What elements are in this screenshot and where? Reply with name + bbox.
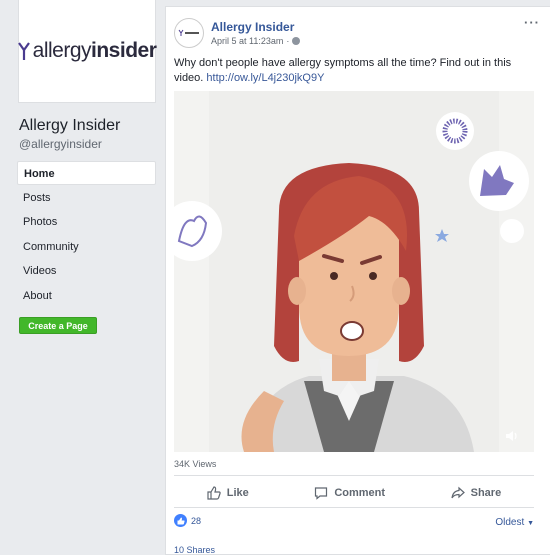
sort-label: Oldest — [495, 517, 525, 528]
page-handle[interactable]: @allergyinsider — [19, 137, 102, 151]
chevron-down-icon: ▼ — [527, 520, 534, 527]
like-label: Like — [226, 487, 249, 499]
share-button[interactable]: Share — [451, 486, 502, 500]
share-arrow-icon — [451, 486, 465, 499]
nav-item-videos[interactable]: Videos — [17, 259, 156, 283]
avatar-logo-icon — [178, 29, 199, 36]
page-logo[interactable]: allergy insider — [17, 0, 157, 103]
post-link[interactable]: http://ow.ly/L4j230jkQ9Y — [206, 72, 324, 84]
thumbs-up-icon — [207, 486, 221, 500]
like-button[interactable]: Like — [207, 486, 249, 500]
logo-bold-text: insider — [91, 39, 157, 62]
share-label: Share — [470, 487, 502, 499]
hand-icon — [174, 201, 222, 261]
logo-light-text: allergy — [32, 39, 92, 62]
nav-item-community[interactable]: Community — [17, 235, 156, 259]
more-options-icon[interactable]: ··· — [524, 15, 540, 30]
blue-star — [435, 229, 449, 242]
like-reaction-icon — [174, 514, 187, 527]
post-author[interactable]: Allergy Insider — [211, 20, 294, 34]
author-avatar[interactable] — [174, 18, 204, 48]
post-timestamp[interactable]: April 5 at 11:23am — [211, 36, 283, 46]
comment-bubble-icon — [315, 487, 328, 500]
reaction-count: 28 — [191, 515, 202, 526]
nav-item-home[interactable]: Home — [17, 161, 156, 185]
page-nav: Home Posts Photos Community Videos About — [17, 161, 156, 308]
nav-item-posts[interactable]: Posts — [17, 186, 156, 210]
logo-wordmark: allergy insider — [17, 39, 157, 63]
pollen-icon — [436, 112, 474, 150]
divider-top — [174, 475, 534, 476]
page-title[interactable]: Allergy Insider — [19, 117, 120, 135]
logo-mark-icon — [17, 42, 30, 60]
nav-item-photos[interactable]: Photos — [17, 210, 156, 234]
comment-button[interactable]: Comment — [314, 486, 385, 500]
post-card: Allergy Insider April 5 at 11:23am · ···… — [165, 6, 550, 555]
video-player[interactable] — [174, 91, 534, 452]
comment-label: Comment — [334, 487, 386, 499]
volume-icon[interactable] — [504, 428, 520, 444]
nav-item-about[interactable]: About — [17, 284, 156, 308]
globe-icon — [292, 37, 301, 45]
divider-bottom — [174, 507, 534, 508]
post-meta: April 5 at 11:23am · — [211, 36, 301, 46]
create-page-button[interactable]: Create a Page — [19, 317, 97, 334]
view-count: 34K Views — [174, 459, 217, 469]
video-frame — [174, 91, 534, 452]
post-actions: Like Comment Share — [174, 481, 534, 505]
post-text: Why don't people have allergy symptoms a… — [174, 56, 534, 86]
comment-sort-dropdown[interactable]: Oldest ▼ — [495, 517, 534, 528]
share-count[interactable]: 10 Shares — [174, 545, 215, 555]
reactions-summary[interactable]: 28 — [174, 514, 201, 527]
meta-separator: · — [286, 36, 290, 46]
dog-icon — [469, 151, 529, 211]
